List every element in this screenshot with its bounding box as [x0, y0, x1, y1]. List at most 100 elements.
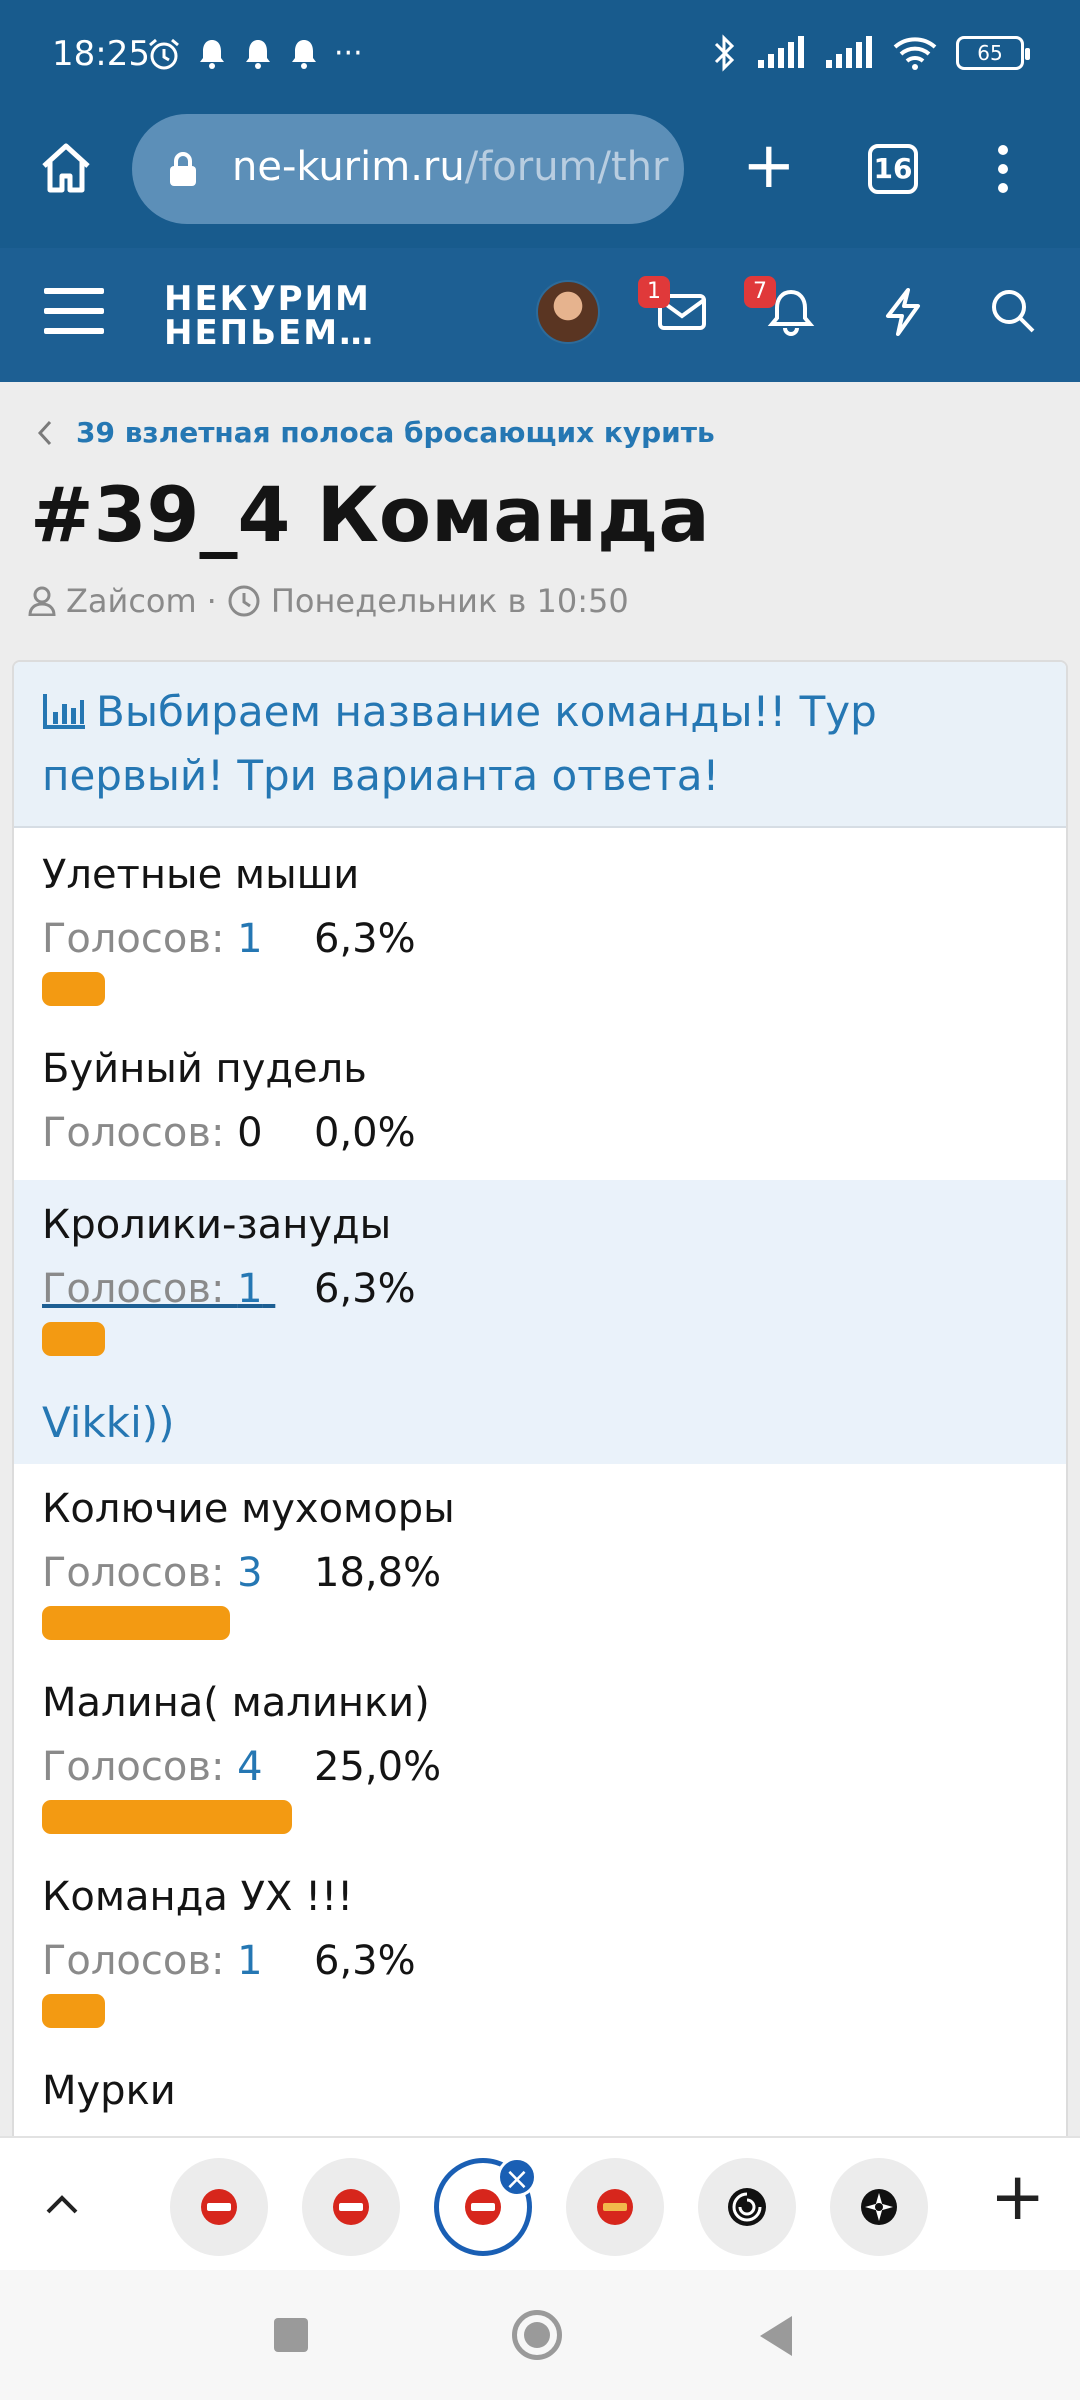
option-votes: Голосов: 0	[42, 1110, 263, 1156]
status-bar: 18:25 ··· 65	[0, 0, 1080, 112]
option-name: Улетные мыши	[42, 852, 360, 898]
poll-option: Улетные мыши Голосов: 1 6,3%	[14, 830, 1066, 1024]
chevron-up-icon[interactable]	[42, 2184, 82, 2224]
status-time: 18:25	[52, 34, 150, 74]
poll-option-highlighted: Кролики-зануды Голосов: 1 6,3% Vikki))	[14, 1180, 1066, 1464]
tab-thumbnail[interactable]	[170, 2158, 268, 2256]
option-votes[interactable]: Голосов: 3	[42, 1550, 263, 1596]
breadcrumb[interactable]: 39 взлетная полоса бросающих курить	[36, 416, 715, 449]
option-bar	[42, 972, 105, 1006]
alerts-badge: 7	[744, 276, 776, 308]
votes-label: Голосов:	[42, 1266, 238, 1312]
option-percent: 6,3%	[314, 1938, 416, 1984]
option-bar	[42, 1994, 105, 2028]
tab-thumbnail[interactable]	[302, 2158, 400, 2256]
poll-option: Мурки	[14, 2046, 1066, 2138]
site-favicon-icon	[201, 2189, 237, 2225]
option-name: Малина( малинки)	[42, 1680, 430, 1726]
recents-button[interactable]	[274, 2318, 308, 2352]
logo-line-1: НЕКУРИМ	[164, 279, 371, 319]
site-favicon-icon	[333, 2189, 369, 2225]
poll-option: Буйный пудель Голосов: 0 0,0%	[14, 1024, 1066, 1196]
tab-thumbnail-active[interactable]: ×	[434, 2157, 537, 2256]
url-path: /forum/thr	[464, 144, 669, 190]
clock-icon	[228, 585, 260, 617]
thread-author[interactable]: Zaйcom	[66, 582, 197, 620]
tab-thumbnail[interactable]	[698, 2158, 796, 2256]
close-tab-icon[interactable]: ×	[497, 2157, 537, 2197]
poll-question: Выбираем название команды!! Тур первый! …	[42, 687, 877, 800]
option-bar	[42, 1322, 105, 1356]
user-avatar[interactable]	[536, 280, 600, 344]
messages-badge: 1	[638, 276, 670, 308]
poll-header: Выбираем название команды!! Тур первый! …	[14, 662, 1066, 828]
option-percent: 18,8%	[314, 1550, 442, 1596]
meta-separator: ·	[206, 582, 217, 620]
site-favicon-icon	[465, 2189, 501, 2225]
alarm-icon	[149, 38, 179, 70]
poll-block: Выбираем название команды!! Тур первый! …	[12, 660, 1068, 2140]
option-name: Буйный пудель	[42, 1046, 367, 1092]
system-icons: 65	[712, 34, 1030, 72]
logo-line-2: НЕПЬЕМ…	[164, 313, 376, 353]
bell-icon	[200, 40, 224, 69]
search-icon[interactable]	[988, 286, 1038, 336]
url-host: ne-kurim.ru	[232, 144, 465, 190]
votes-label: Голосов:	[42, 1744, 238, 1790]
system-nav-bar	[0, 2270, 1080, 2400]
option-name: Кролики-зануды	[42, 1202, 392, 1248]
tab-thumbnail[interactable]	[566, 2158, 664, 2256]
home-icon[interactable]	[36, 138, 96, 198]
option-percent: 0,0%	[314, 1110, 416, 1156]
tab-strip: × +	[0, 2136, 1080, 2270]
more-options-icon[interactable]	[996, 144, 1010, 194]
votes-count: 0	[237, 1110, 263, 1156]
wifi-icon	[893, 37, 937, 70]
option-name: Мурки	[42, 2068, 176, 2114]
option-name: Команда УХ !!!	[42, 1874, 354, 1920]
option-votes[interactable]: Голосов: 1	[42, 1938, 263, 1984]
notification-icons: ···	[146, 34, 363, 74]
address-bar[interactable]: ne-kurim.ru/forum/thr	[132, 114, 684, 224]
poll-option: Команда УХ !!! Голосов: 1 6,3%	[14, 1852, 1066, 2046]
spiral-favicon-icon	[728, 2188, 766, 2226]
option-percent: 25,0%	[314, 1744, 442, 1790]
compass-favicon-icon	[861, 2189, 897, 2225]
lightning-icon[interactable]	[880, 286, 924, 338]
option-bar	[42, 1606, 230, 1640]
tab-thumbnail[interactable]	[830, 2158, 928, 2256]
option-name: Колючие мухоморы	[42, 1486, 455, 1532]
battery-icon: 65	[956, 36, 1030, 70]
thread-date[interactable]: Понедельник в 10:50	[271, 582, 629, 620]
browser-toolbar: ne-kurim.ru/forum/thr + 16	[0, 112, 1080, 248]
menu-icon[interactable]	[44, 288, 104, 348]
votes-label: Голосов:	[42, 1938, 238, 1984]
option-votes[interactable]: Голосов: 1	[42, 1266, 275, 1312]
voter-name[interactable]: Vikki))	[42, 1398, 175, 1447]
thread-title: #39_4 Команда	[30, 470, 710, 559]
votes-label: Голосов:	[42, 1550, 238, 1596]
lock-icon	[170, 152, 196, 186]
option-percent: 6,3%	[314, 916, 416, 962]
chevron-left-icon	[37, 420, 52, 445]
site-logo[interactable]: НЕКУРИМ НЕПЬЕМ…	[164, 282, 375, 350]
url-text[interactable]: ne-kurim.ru/forum/thr	[232, 144, 668, 190]
option-percent: 6,3%	[314, 1266, 416, 1312]
site-favicon-icon	[597, 2189, 633, 2225]
poll-option: Колючие мухоморы Голосов: 3 18,8%	[14, 1464, 1066, 1658]
back-button[interactable]	[760, 2316, 792, 2356]
votes-count: 3	[237, 1550, 263, 1596]
votes-count: 1	[237, 1938, 263, 1984]
home-button[interactable]	[512, 2310, 562, 2360]
option-votes[interactable]: Голосов: 1	[42, 916, 263, 962]
bluetooth-icon	[714, 34, 735, 72]
option-bar	[42, 1800, 292, 1834]
option-votes[interactable]: Голосов: 4	[42, 1744, 263, 1790]
tab-switcher-button[interactable]: 16	[868, 144, 918, 194]
more-notifications: ···	[334, 36, 363, 71]
new-tab-button[interactable]: +	[742, 134, 796, 198]
add-tab-button[interactable]: +	[990, 2164, 1045, 2230]
thread-meta: Zaйcom · Понедельник в 10:50	[28, 582, 629, 620]
breadcrumb-link[interactable]: 39 взлетная полоса бросающих курить	[76, 416, 715, 449]
votes-count: 4	[237, 1744, 263, 1790]
